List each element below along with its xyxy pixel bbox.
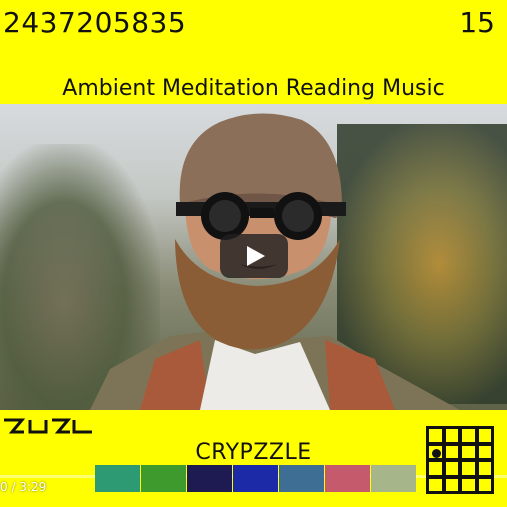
play-icon[interactable] xyxy=(220,234,288,278)
video-time: 0 / 3:29 xyxy=(0,480,47,494)
swatch-5[interactable] xyxy=(279,465,324,492)
swatch-2[interactable] xyxy=(141,465,186,492)
puzzle-code: 2437205835 xyxy=(3,6,187,39)
counter: 15 xyxy=(459,6,495,39)
swatch-3[interactable] xyxy=(187,465,232,492)
swatch-4[interactable] xyxy=(233,465,278,492)
color-swatches xyxy=(95,465,417,492)
swatch-6[interactable] xyxy=(325,465,370,492)
swatch-1[interactable] xyxy=(95,465,140,492)
glyph-logo-icon xyxy=(4,418,92,434)
swatch-7[interactable] xyxy=(371,465,416,492)
bottom-bar: CRYPZZLE 0 / 3:29 xyxy=(0,410,507,507)
video-title[interactable]: Ambient Meditation Reading Music xyxy=(0,76,507,101)
top-bar: 2437205835 15 Ambient Meditation Reading… xyxy=(0,0,507,104)
video-player[interactable] xyxy=(0,104,507,410)
grid-icon[interactable] xyxy=(426,426,494,494)
